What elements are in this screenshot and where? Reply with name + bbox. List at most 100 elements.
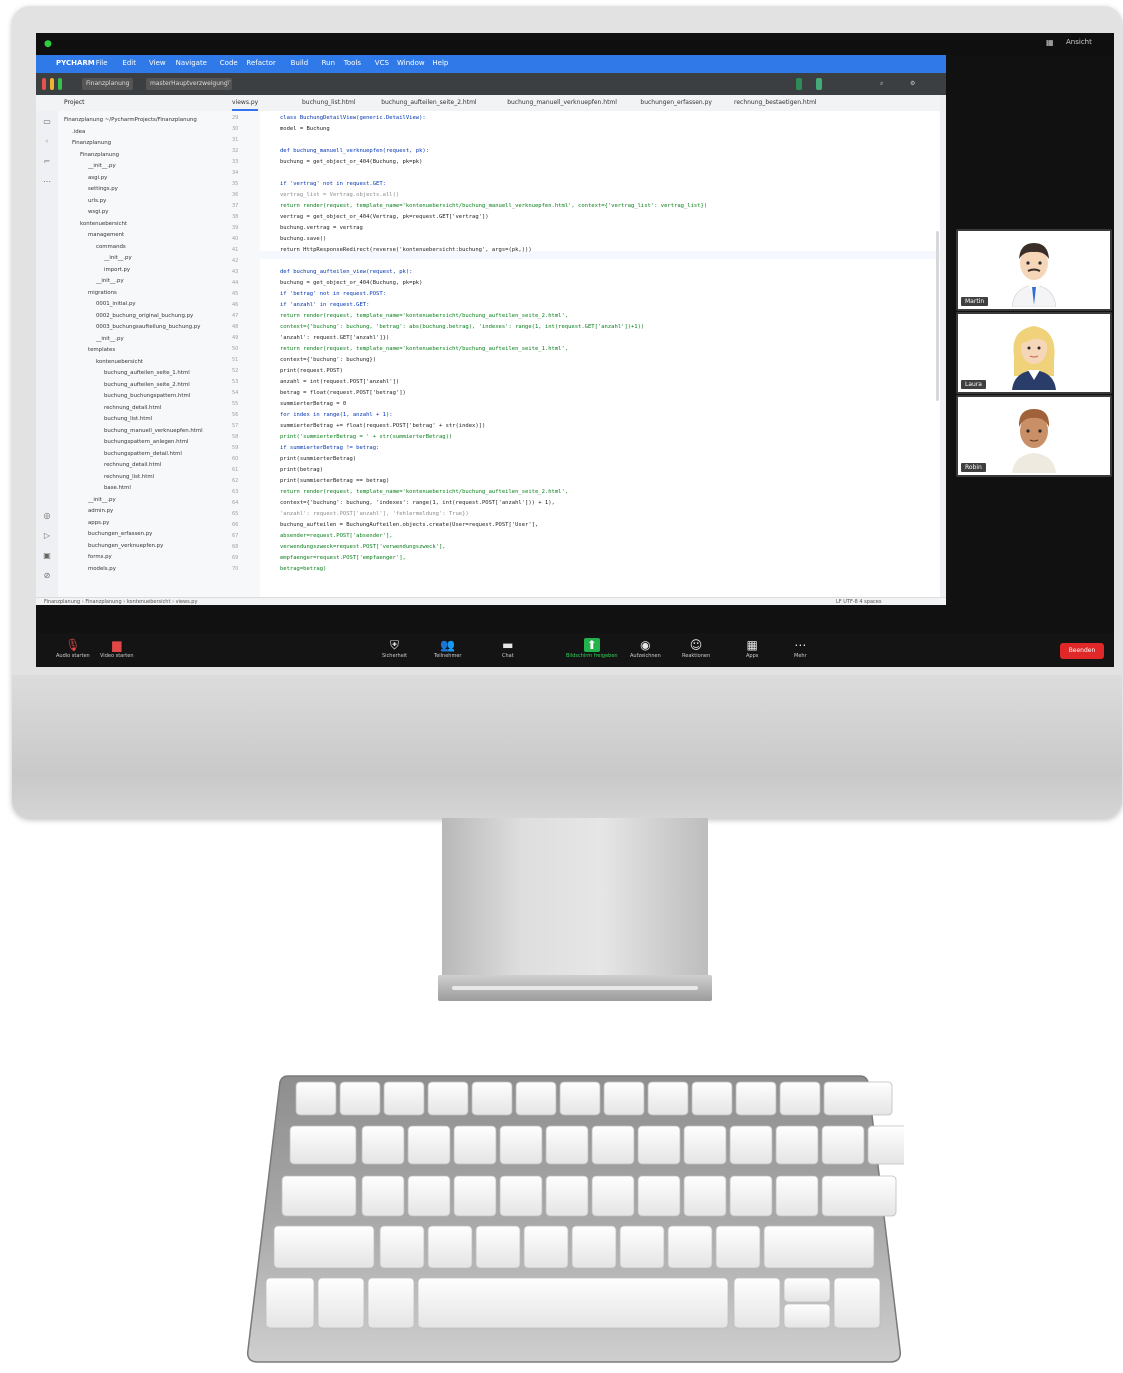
keyboard-key[interactable]	[361, 1125, 405, 1165]
tree-item[interactable]: models.py	[88, 566, 116, 572]
branch-selector[interactable]: masterHauptverzweigung	[146, 78, 232, 90]
tree-item[interactable]: rechnung_detail.html	[104, 462, 161, 468]
keyboard-key[interactable]	[735, 1081, 777, 1116]
keyboard-key[interactable]	[691, 1081, 733, 1116]
tree-item[interactable]: kontenuebersicht	[96, 359, 143, 365]
keyboard-key[interactable]	[763, 1225, 875, 1269]
keyboard-key[interactable]	[265, 1277, 315, 1329]
keyboard-key[interactable]	[407, 1125, 451, 1165]
editor-tab[interactable]: buchung_aufteilen_seite_2.html	[381, 97, 476, 109]
keyboard-key[interactable]	[545, 1175, 589, 1217]
keyboard-key[interactable]	[475, 1225, 521, 1269]
keyboard-key[interactable]	[821, 1175, 897, 1217]
terminal-icon[interactable]: ▣	[42, 551, 52, 561]
debug-icon[interactable]	[816, 78, 822, 90]
keyboard-key[interactable]	[499, 1175, 543, 1217]
keyboard-key[interactable]	[499, 1125, 543, 1165]
zoom-toolbar-participants[interactable]: 👥 Teilnehmer	[434, 638, 461, 659]
tree-item[interactable]: __init__.py	[88, 163, 116, 169]
tree-item[interactable]: __init__.py	[88, 497, 116, 503]
tree-item[interactable]: wsgi.py	[88, 209, 108, 215]
editor-tab[interactable]: views.py	[232, 97, 259, 111]
tree-item[interactable]: buchung_list.html	[104, 416, 152, 422]
tree-item[interactable]: commands	[96, 244, 126, 250]
python-packages-icon[interactable]: ◎	[42, 511, 52, 521]
ide-menu-item[interactable]: PYCHARM	[56, 59, 95, 67]
zoom-toolbar-camera-muted[interactable]: ▆ Video starten	[100, 638, 134, 659]
tree-item[interactable]: migrations	[88, 290, 117, 296]
tree-item[interactable]: 0003_buchungsaufteilung_buchung.py	[96, 324, 200, 330]
tree-item[interactable]: 0001_initial.py	[96, 301, 136, 307]
editor-tab[interactable]: buchung_list.html	[302, 97, 356, 109]
filter-icon[interactable]: ⊤	[222, 78, 235, 90]
problems-icon[interactable]: ⊘	[42, 571, 52, 581]
ide-menu-item[interactable]: View	[149, 59, 166, 67]
keyboard-key[interactable]	[273, 1225, 375, 1269]
tree-item[interactable]: Finanzplanung	[72, 140, 111, 146]
end-meeting-button[interactable]: Beenden	[1060, 643, 1104, 659]
search-icon[interactable]: ⌕	[876, 78, 887, 90]
tree-item[interactable]: forms.py	[88, 554, 112, 560]
keyboard-key[interactable]	[559, 1081, 601, 1116]
tree-item[interactable]: __init__.py	[96, 336, 124, 342]
tree-item[interactable]: apps.py	[88, 520, 109, 526]
project-selector[interactable]: Finanzplanung	[82, 78, 134, 90]
keyboard-key[interactable]	[683, 1175, 727, 1217]
maximize-dot-icon[interactable]	[58, 78, 62, 90]
zoom-toolbar-share-screen[interactable]: ⬆ Bildschirm freigeben	[566, 638, 618, 659]
keyboard-key[interactable]	[453, 1175, 497, 1217]
keyboard-key[interactable]	[603, 1081, 645, 1116]
keyboard-key[interactable]	[571, 1225, 617, 1269]
keyboard-key[interactable]	[715, 1225, 761, 1269]
ide-menu-item[interactable]: Code	[220, 59, 238, 67]
keyboard-key[interactable]	[281, 1175, 357, 1217]
tree-item[interactable]: __init__.py	[104, 255, 132, 261]
structure-icon[interactable]: ⌐	[42, 157, 52, 167]
participant-tile[interactable]: Robin	[956, 395, 1112, 477]
tree-item[interactable]: buchungen_erfassen.py	[88, 531, 152, 537]
keyboard-key[interactable]	[523, 1225, 569, 1269]
keyboard-key[interactable]	[361, 1175, 405, 1217]
tree-item[interactable]: rechnung_detail.html	[104, 405, 161, 411]
keyboard-key[interactable]	[683, 1125, 727, 1165]
tree-item[interactable]: Finanzplanung	[80, 152, 119, 158]
keyboard-key[interactable]	[417, 1277, 729, 1329]
keyboard-key[interactable]	[295, 1081, 337, 1116]
ide-menu-item[interactable]: Edit	[122, 59, 136, 67]
project-title[interactable]: Project	[64, 99, 85, 106]
keyboard-key[interactable]	[729, 1175, 773, 1217]
keyboard-key[interactable]	[383, 1081, 425, 1116]
tree-item[interactable]: asgi.py	[88, 175, 107, 181]
keyboard-key[interactable]	[427, 1225, 473, 1269]
keyboard-key[interactable]	[867, 1125, 904, 1165]
file-encoding[interactable]: LF UTF-8 4 spaces	[836, 599, 881, 605]
tree-item[interactable]: urls.py	[88, 198, 106, 204]
ide-menu-item[interactable]: Help	[432, 59, 448, 67]
keyboard-key[interactable]	[407, 1175, 451, 1217]
keyboard-key[interactable]	[619, 1225, 665, 1269]
keyboard-key[interactable]	[591, 1125, 635, 1165]
ide-menu-item[interactable]: Tools	[344, 59, 361, 67]
tree-item[interactable]: rechnung_list.html	[104, 474, 154, 480]
zoom-toolbar-reactions[interactable]: ☺ Reaktionen	[682, 638, 710, 659]
zoom-toolbar-microphone-muted[interactable]: 🎙 Audio starten	[56, 638, 90, 659]
ide-menu-item[interactable]: Window	[397, 59, 425, 67]
keyboard-key[interactable]	[453, 1125, 497, 1165]
keyboard-key[interactable]	[379, 1225, 425, 1269]
ide-menu-item[interactable]: Refactor	[246, 59, 275, 67]
keyboard-key[interactable]	[591, 1175, 635, 1217]
keyboard-key[interactable]	[471, 1081, 513, 1116]
tree-item[interactable]: buchungspattern_anlegen.html	[104, 439, 188, 445]
keyboard-key[interactable]	[823, 1081, 893, 1116]
keyboard-key[interactable]	[775, 1175, 819, 1217]
tree-item[interactable]: admin.py	[88, 508, 113, 514]
keyboard-key[interactable]	[637, 1125, 681, 1165]
run-tool-icon[interactable]: ▷	[42, 531, 52, 541]
tree-item[interactable]: Finanzplanung ~/PycharmProjects/Finanzpl…	[64, 117, 197, 123]
commit-icon[interactable]: ◦	[42, 137, 52, 147]
keyboard-key[interactable]	[833, 1277, 881, 1329]
close-dot-icon[interactable]	[42, 78, 46, 90]
tree-item[interactable]: buchung_manuell_verknuepfen.html	[104, 428, 203, 434]
zoom-toolbar-security[interactable]: ⛨ Sicherheit	[382, 638, 407, 659]
tree-item[interactable]: templates	[88, 347, 115, 353]
